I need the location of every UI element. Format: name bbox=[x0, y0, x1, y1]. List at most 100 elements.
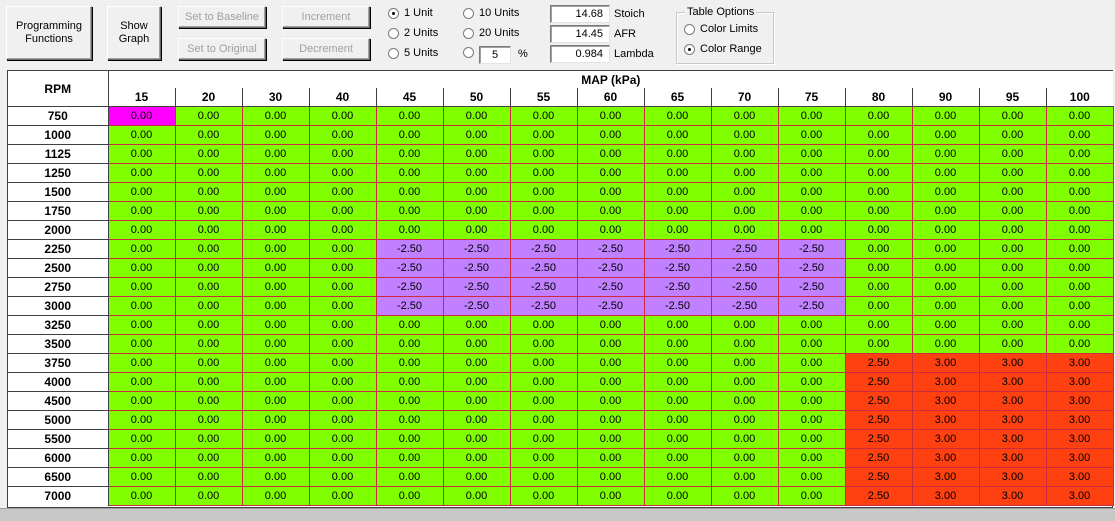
table-cell[interactable]: 0.00 bbox=[576, 106, 645, 126]
table-cell[interactable]: 0.00 bbox=[978, 220, 1047, 240]
table-cell[interactable]: 0.00 bbox=[777, 353, 846, 373]
table-cell[interactable]: 0.00 bbox=[643, 106, 712, 126]
table-cell[interactable]: 3.00 bbox=[978, 372, 1047, 392]
table-cell[interactable]: 0.00 bbox=[174, 467, 243, 487]
table-cell[interactable]: 0.00 bbox=[1045, 182, 1114, 202]
table-cell[interactable]: 0.00 bbox=[509, 448, 578, 468]
table-cell[interactable]: 0.00 bbox=[1045, 277, 1114, 297]
table-cell[interactable]: 0.00 bbox=[375, 448, 444, 468]
table-cell[interactable]: 0.00 bbox=[1045, 220, 1114, 240]
table-cell[interactable]: 0.00 bbox=[576, 372, 645, 392]
table-cell[interactable]: 0.00 bbox=[442, 467, 511, 487]
radio-20-units[interactable]: 20 Units bbox=[463, 27, 519, 39]
table-cell[interactable]: 0.00 bbox=[643, 391, 712, 411]
table-cell[interactable]: 0.00 bbox=[308, 106, 377, 126]
table-cell[interactable]: 0.00 bbox=[643, 372, 712, 392]
table-cell[interactable]: 0.00 bbox=[509, 201, 578, 221]
table-cell[interactable]: 0.00 bbox=[308, 277, 377, 297]
table-cell[interactable]: 0.00 bbox=[308, 163, 377, 183]
table-cell[interactable]: -2.50 bbox=[442, 296, 511, 316]
table-cell[interactable]: 0.00 bbox=[241, 201, 310, 221]
table-cell[interactable]: 0.00 bbox=[375, 391, 444, 411]
lambda-field[interactable]: 0.984 bbox=[550, 45, 610, 63]
table-cell[interactable]: 0.00 bbox=[509, 144, 578, 164]
table-cell[interactable]: 0.00 bbox=[509, 410, 578, 430]
table-cell[interactable]: 0.00 bbox=[509, 125, 578, 145]
table-cell[interactable]: 0.00 bbox=[308, 353, 377, 373]
table-cell[interactable]: 3.00 bbox=[1045, 372, 1114, 392]
table-cell[interactable]: 0.00 bbox=[978, 334, 1047, 354]
table-cell[interactable]: 0.00 bbox=[375, 315, 444, 335]
table-cell[interactable]: 0.00 bbox=[375, 106, 444, 126]
table-cell[interactable]: 0.00 bbox=[576, 201, 645, 221]
table-cell[interactable]: 0.00 bbox=[777, 429, 846, 449]
table-cell[interactable]: 0.00 bbox=[308, 448, 377, 468]
table-cell[interactable]: 0.00 bbox=[844, 334, 913, 354]
table-cell[interactable]: 0.00 bbox=[643, 201, 712, 221]
table-cell[interactable]: 0.00 bbox=[375, 467, 444, 487]
table-cell[interactable]: 3.00 bbox=[978, 391, 1047, 411]
table-cell[interactable]: 0.00 bbox=[442, 201, 511, 221]
table-cell[interactable]: 0.00 bbox=[643, 144, 712, 164]
table-cell[interactable]: 2.50 bbox=[844, 410, 913, 430]
table-cell[interactable]: 0.00 bbox=[777, 334, 846, 354]
table-cell[interactable]: 0.00 bbox=[241, 391, 310, 411]
table-cell[interactable]: 0.00 bbox=[308, 315, 377, 335]
table-cell[interactable]: 0.00 bbox=[375, 182, 444, 202]
table-cell[interactable]: -2.50 bbox=[509, 258, 578, 278]
table-cell[interactable]: 0.00 bbox=[308, 372, 377, 392]
table-cell[interactable]: 0.00 bbox=[710, 410, 779, 430]
table-cell[interactable]: 0.00 bbox=[107, 239, 176, 259]
table-cell[interactable]: 0.00 bbox=[844, 220, 913, 240]
table-cell[interactable]: 3.00 bbox=[1045, 486, 1114, 506]
table-cell[interactable]: 0.00 bbox=[911, 125, 980, 145]
show-graph-button[interactable]: Show Graph bbox=[107, 6, 161, 60]
table-cell[interactable]: -2.50 bbox=[509, 296, 578, 316]
table-cell[interactable]: 2.50 bbox=[844, 448, 913, 468]
table-cell[interactable]: -2.50 bbox=[442, 239, 511, 259]
table-cell[interactable]: 0.00 bbox=[777, 467, 846, 487]
table-cell[interactable]: 0.00 bbox=[643, 182, 712, 202]
table-cell[interactable]: 0.00 bbox=[509, 353, 578, 373]
table-cell[interactable]: 0.00 bbox=[710, 163, 779, 183]
table-cell[interactable]: 0.00 bbox=[442, 353, 511, 373]
table-cell[interactable]: 0.00 bbox=[442, 163, 511, 183]
table-cell[interactable]: 0.00 bbox=[844, 182, 913, 202]
table-cell[interactable]: 0.00 bbox=[1045, 201, 1114, 221]
table-cell[interactable]: 2.50 bbox=[844, 391, 913, 411]
table-cell[interactable]: 0.00 bbox=[375, 144, 444, 164]
table-cell[interactable]: 0.00 bbox=[375, 410, 444, 430]
table-cell[interactable]: 0.00 bbox=[442, 372, 511, 392]
table-cell[interactable]: 3.00 bbox=[911, 372, 980, 392]
table-cell[interactable]: 0.00 bbox=[375, 163, 444, 183]
table-cell[interactable]: 0.00 bbox=[174, 296, 243, 316]
radio-2-units[interactable]: 2 Units bbox=[388, 27, 438, 39]
table-cell[interactable]: 3.00 bbox=[1045, 353, 1114, 373]
table-cell[interactable]: 0.00 bbox=[509, 106, 578, 126]
table-cell[interactable]: 0.00 bbox=[710, 144, 779, 164]
table-cell[interactable]: 3.00 bbox=[978, 467, 1047, 487]
table-cell[interactable]: 0.00 bbox=[241, 220, 310, 240]
table-cell[interactable]: 3.00 bbox=[911, 429, 980, 449]
table-cell[interactable]: 0.00 bbox=[710, 201, 779, 221]
table-cell[interactable]: 0.00 bbox=[576, 144, 645, 164]
table-cell[interactable]: 0.00 bbox=[174, 353, 243, 373]
table-cell[interactable]: 0.00 bbox=[241, 239, 310, 259]
radio-1-unit[interactable]: 1 Unit bbox=[388, 7, 433, 19]
table-cell[interactable]: 0.00 bbox=[107, 106, 176, 126]
table-cell[interactable]: 0.00 bbox=[375, 125, 444, 145]
table-cell[interactable]: -2.50 bbox=[777, 296, 846, 316]
table-cell[interactable]: 0.00 bbox=[576, 448, 645, 468]
table-cell[interactable]: -2.50 bbox=[710, 296, 779, 316]
table-cell[interactable]: 3.00 bbox=[1045, 467, 1114, 487]
table-cell[interactable]: 0.00 bbox=[174, 201, 243, 221]
table-cell[interactable]: 0.00 bbox=[978, 182, 1047, 202]
table-cell[interactable]: 0.00 bbox=[710, 353, 779, 373]
table-cell[interactable]: 0.00 bbox=[174, 410, 243, 430]
table-cell[interactable]: 0.00 bbox=[911, 201, 980, 221]
table-cell[interactable]: 0.00 bbox=[1045, 258, 1114, 278]
table-cell[interactable]: 0.00 bbox=[241, 163, 310, 183]
table-cell[interactable]: 0.00 bbox=[911, 144, 980, 164]
table-cell[interactable]: 3.00 bbox=[911, 391, 980, 411]
table-cell[interactable]: 0.00 bbox=[241, 277, 310, 297]
